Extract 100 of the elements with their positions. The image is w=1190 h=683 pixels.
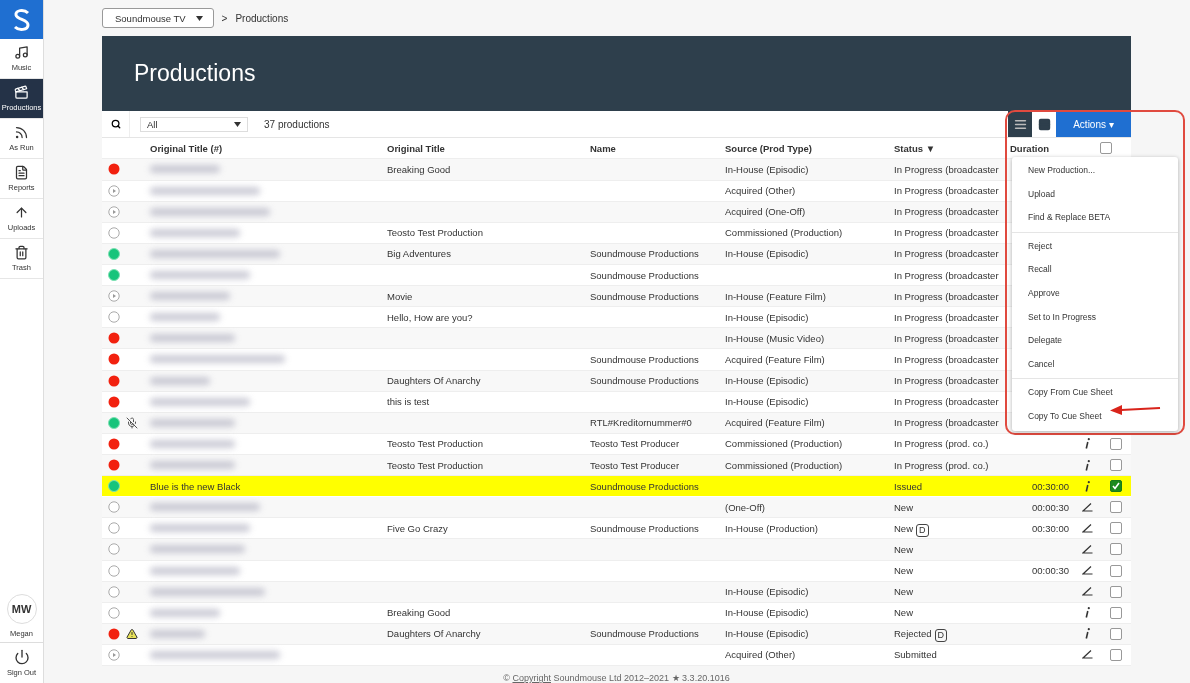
table-cell-text: Five Go Crazy [387,522,449,534]
table-cell: In Progress (broadcaster [894,227,999,239]
edit-icon[interactable] [1082,587,1093,597]
selected-row[interactable]: Blue is the new Black Soundmouse Productions Issued 00:30:00 [102,476,1131,498]
row-checkbox[interactable] [1109,480,1122,493]
table-cell-text: 00:30:00 [1031,522,1070,534]
column-header[interactable]: Source (Prod Type) [725,142,894,154]
draft-badge: D [916,523,929,537]
table-cell-text: Teosto Test Producer [590,438,681,450]
table-cell: In Progress (broadcaster [894,163,999,175]
menu-item[interactable]: Delegate [1028,329,1063,353]
row-checkbox[interactable] [1109,627,1122,640]
table-cell-text: Daughters Of Anarchy [387,375,482,387]
edit-icon[interactable] [1082,502,1093,512]
table-cell-text: Soundmouse Productions [590,375,700,387]
actions-button[interactable]: Actions ▾ [1056,111,1131,138]
document-icon [14,165,29,180]
row-checkbox[interactable] [1109,501,1122,514]
table-cell: In Progress (broadcaster [894,417,999,429]
app-logo[interactable] [0,0,43,39]
table-cell-text: Acquired (Feature Film) [725,353,826,365]
trash-icon [14,245,29,260]
table-cell: Submitted [894,649,937,661]
row-checkbox[interactable] [1109,585,1122,598]
table-cell-text: Soundmouse Productions [590,480,700,492]
table-cell: New [894,586,913,598]
table-cell-text: In-House (Music Video) [725,332,826,344]
table-cell-text: Teosto Test Producer [590,459,681,471]
search-icon [110,119,121,130]
table-cell-text: (One-Off) [725,501,766,513]
production-count: 37 productions [264,118,330,130]
row-checkbox[interactable] [1109,649,1122,661]
column-header[interactable]: Original Title (#) [150,142,387,154]
info-icon[interactable] [1085,480,1090,492]
filter-dropdown[interactable]: All [140,116,248,132]
select-all-checkbox[interactable] [1100,142,1112,155]
menu-item[interactable]: Copy From Cue Sheet [1028,381,1113,405]
table-cell: In Progress (broadcaster [894,206,999,218]
table-cell-text: Movie [387,290,414,302]
rows-icon [1037,117,1051,131]
column-header[interactable]: Name [590,142,725,154]
info-icon[interactable] [1085,607,1090,619]
edit-icon[interactable] [1082,650,1093,660]
table-cell-text: Acquired (Other) [725,649,797,661]
table-cell: Rejected [894,628,932,640]
column-header[interactable]: Status ▼ [894,142,1010,154]
menu-item[interactable]: Copy To Cue Sheet [1028,404,1102,429]
table-cell: In Progress (broadcaster [894,353,999,365]
row-checkbox[interactable] [1109,543,1122,556]
table-cell-text: In-House (Episodic) [725,311,810,323]
copyright-notice: © Copyright Soundmouse Ltd 2012–2021 ★ 3.3.20.1016 [502,673,731,683]
menu-item[interactable]: Approve [1028,281,1060,306]
annotation-arrow [1109,403,1161,415]
clapperboard-icon [14,85,29,100]
table-cell-text: In-House (Episodic) [725,586,810,598]
account-dropdown[interactable]: Soundmouse TV [102,8,214,29]
table-cell-text: In-House (Feature Film) [725,290,827,302]
table-cell-text: Acquired (Feature Film) [725,417,826,429]
table-cell-text: In-House (Episodic) [725,163,810,175]
row-checkbox[interactable] [1109,459,1122,471]
edit-icon[interactable] [1082,523,1093,533]
menu-item[interactable]: Upload [1028,182,1055,207]
menu-item[interactable]: Reject [1028,234,1053,259]
edit-icon[interactable] [1082,566,1093,576]
row-checkbox[interactable] [1109,564,1122,577]
table-cell: In Progress (broadcaster [894,332,999,344]
table-cell-text: In-House (Episodic) [725,248,810,260]
table-cell: In Progress (broadcaster [894,269,999,281]
table-cell-text: Commissioned (Production) [725,438,844,450]
info-icon[interactable] [1085,438,1090,450]
menu-item[interactable]: Cancel [1028,352,1055,377]
column-header[interactable]: Duration [1010,142,1075,154]
menu-item[interactable]: New Production... [1028,159,1096,183]
menu-item[interactable]: Set to In Progress [1028,305,1097,330]
table-cell-text: Acquired (One-Off) [725,206,807,218]
draft-badge: D [934,629,947,643]
table-cell-text: Soundmouse Productions [590,522,700,534]
edit-icon[interactable] [1082,544,1093,554]
music-note-icon [14,45,29,60]
copyright-link[interactable]: Copyright [512,673,551,683]
user-avatar[interactable]: MW [6,594,37,624]
info-icon[interactable] [1085,628,1090,640]
table-cell: New [894,501,913,513]
menu-item[interactable]: Find & Replace BETA [1028,206,1111,230]
table-cell-text: Big Adventures [387,248,452,260]
table-cell: In Progress (prod. co.) [894,459,989,471]
row-checkbox[interactable] [1109,437,1122,450]
table-cell: New [894,522,913,534]
column-header[interactable]: Original Title [387,142,590,154]
table-cell-text: In-House (Episodic) [725,607,810,619]
list-view-button[interactable] [1008,111,1032,138]
table-cell: New [894,565,913,577]
row-checkbox[interactable] [1109,606,1122,619]
table-cell-text: Breaking Good [387,163,452,175]
table-cell-text: this is test [387,396,431,408]
table-cell-text: 00:00:30 [1031,565,1070,577]
row-checkbox[interactable] [1109,522,1122,535]
table-cell-text: 00:00:30 [1031,501,1070,513]
info-icon[interactable] [1085,459,1090,471]
menu-item[interactable]: Recall [1028,258,1052,282]
